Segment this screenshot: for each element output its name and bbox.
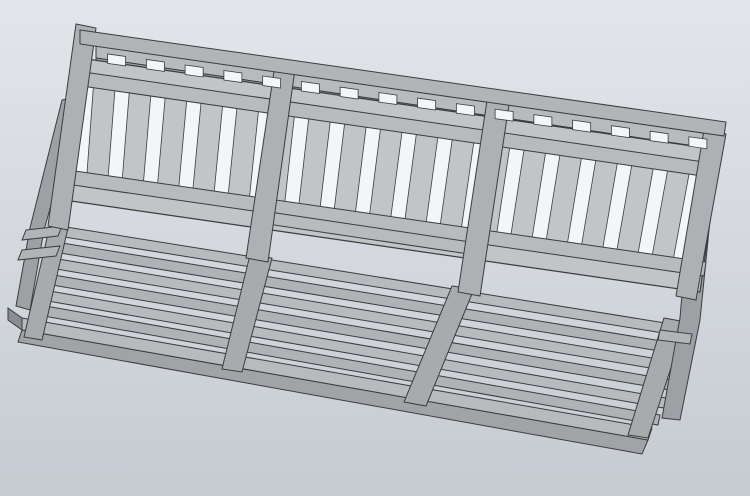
top-cap-opening — [494, 108, 514, 122]
bench-3d-model[interactable] — [0, 0, 750, 496]
top-cap-opening — [223, 70, 243, 83]
top-cap-opening — [339, 86, 359, 100]
top-cap-opening — [107, 53, 127, 67]
top-cap-opening — [417, 97, 437, 111]
top-cap-opening — [300, 81, 320, 94]
top-cap-opening — [572, 119, 592, 133]
3d-viewport[interactable] — [0, 0, 750, 496]
top-cap-opening — [610, 125, 630, 139]
top-cap-opening — [378, 92, 398, 106]
top-cap-opening — [145, 58, 165, 72]
top-cap-opening — [688, 136, 708, 150]
top-cap-opening — [262, 75, 282, 89]
top-cap-opening — [533, 114, 553, 128]
base-frame-left-end — [7, 307, 23, 331]
top-cap-opening — [649, 130, 669, 144]
top-cap-opening — [455, 103, 475, 117]
top-cap-opening — [184, 64, 204, 78]
